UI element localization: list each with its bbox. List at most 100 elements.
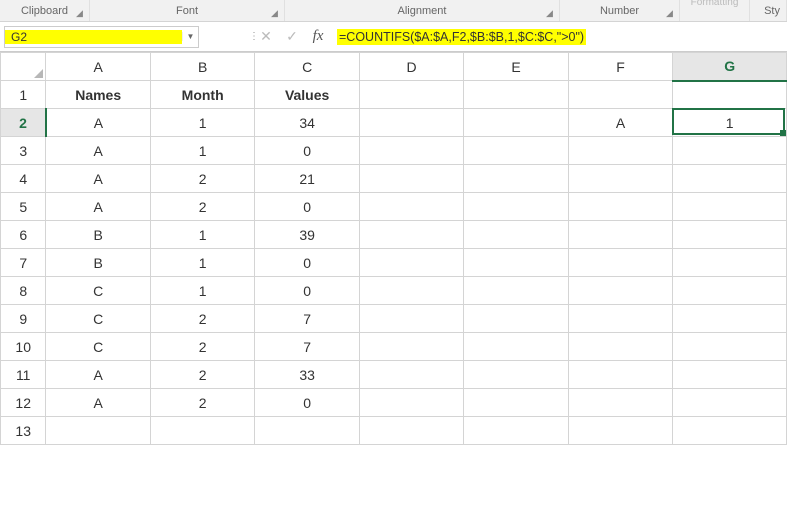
cell-B10[interactable]: 2 — [150, 333, 254, 361]
row-header-13[interactable]: 13 — [1, 417, 46, 445]
cell-A8[interactable]: C — [46, 277, 150, 305]
cell-A2[interactable]: A — [46, 109, 150, 137]
enter-formula-button[interactable]: ✓ — [279, 26, 305, 48]
cell-B3[interactable]: 1 — [150, 137, 254, 165]
cell-C9[interactable]: 7 — [255, 305, 359, 333]
cell-G3[interactable] — [673, 137, 787, 165]
cell-B6[interactable]: 1 — [150, 221, 254, 249]
dialog-launcher-icon[interactable]: ◢ — [271, 8, 281, 18]
cell-F7[interactable] — [568, 249, 672, 277]
row-header-5[interactable]: 5 — [1, 193, 46, 221]
cell-C3[interactable]: 0 — [255, 137, 359, 165]
cell-A3[interactable]: A — [46, 137, 150, 165]
cell-G8[interactable] — [673, 277, 787, 305]
cell-F10[interactable] — [568, 333, 672, 361]
cell-D8[interactable] — [359, 277, 463, 305]
cell-E8[interactable] — [464, 277, 568, 305]
insert-function-button[interactable]: fx — [305, 26, 331, 48]
cell-F13[interactable] — [568, 417, 672, 445]
dialog-launcher-icon[interactable]: ◢ — [546, 8, 556, 18]
cell-G5[interactable] — [673, 193, 787, 221]
cell-B12[interactable]: 2 — [150, 389, 254, 417]
cell-F6[interactable] — [568, 221, 672, 249]
col-header-B[interactable]: B — [150, 53, 254, 81]
row-header-11[interactable]: 11 — [1, 361, 46, 389]
cell-B9[interactable]: 2 — [150, 305, 254, 333]
cell-A13[interactable] — [46, 417, 150, 445]
spreadsheet-grid[interactable]: A B C D E F G 1 Names Month Values 2 A 1… — [0, 52, 787, 445]
row-header-10[interactable]: 10 — [1, 333, 46, 361]
cell-C13[interactable] — [255, 417, 359, 445]
cell-B8[interactable]: 1 — [150, 277, 254, 305]
row-header-7[interactable]: 7 — [1, 249, 46, 277]
cell-A4[interactable]: A — [46, 165, 150, 193]
cell-G13[interactable] — [673, 417, 787, 445]
cell-E13[interactable] — [464, 417, 568, 445]
cell-B11[interactable]: 2 — [150, 361, 254, 389]
cell-D4[interactable] — [359, 165, 463, 193]
cell-D9[interactable] — [359, 305, 463, 333]
row-header-4[interactable]: 4 — [1, 165, 46, 193]
cell-E4[interactable] — [464, 165, 568, 193]
col-header-F[interactable]: F — [568, 53, 672, 81]
cell-G9[interactable] — [673, 305, 787, 333]
cell-F3[interactable] — [568, 137, 672, 165]
cell-G7[interactable] — [673, 249, 787, 277]
cell-A9[interactable]: C — [46, 305, 150, 333]
cell-G4[interactable] — [673, 165, 787, 193]
cell-G2[interactable]: 1 — [673, 109, 787, 137]
dialog-launcher-icon[interactable]: ◢ — [76, 8, 86, 18]
cell-E7[interactable] — [464, 249, 568, 277]
cell-G12[interactable] — [673, 389, 787, 417]
cell-A6[interactable]: B — [46, 221, 150, 249]
cell-B1[interactable]: Month — [150, 81, 254, 109]
cell-B13[interactable] — [150, 417, 254, 445]
cell-C2[interactable]: 34 — [255, 109, 359, 137]
cell-G1[interactable] — [673, 81, 787, 109]
cell-F12[interactable] — [568, 389, 672, 417]
cell-C4[interactable]: 21 — [255, 165, 359, 193]
cell-B2[interactable]: 1 — [150, 109, 254, 137]
cell-E10[interactable] — [464, 333, 568, 361]
cell-D13[interactable] — [359, 417, 463, 445]
cell-D3[interactable] — [359, 137, 463, 165]
cell-D2[interactable] — [359, 109, 463, 137]
row-header-6[interactable]: 6 — [1, 221, 46, 249]
cell-D12[interactable] — [359, 389, 463, 417]
row-header-9[interactable]: 9 — [1, 305, 46, 333]
cell-A12[interactable]: A — [46, 389, 150, 417]
cell-F2[interactable]: A — [568, 109, 672, 137]
cell-B5[interactable]: 2 — [150, 193, 254, 221]
cell-F4[interactable] — [568, 165, 672, 193]
formula-input[interactable]: =COUNTIFS($A:$A,F2,$B:$B,1,$C:$C,">0") — [331, 26, 783, 48]
cell-E12[interactable] — [464, 389, 568, 417]
cell-F11[interactable] — [568, 361, 672, 389]
cell-B7[interactable]: 1 — [150, 249, 254, 277]
cell-B4[interactable]: 2 — [150, 165, 254, 193]
cell-C1[interactable]: Values — [255, 81, 359, 109]
cell-E6[interactable] — [464, 221, 568, 249]
name-box-value[interactable]: G2 — [5, 30, 182, 44]
cell-F5[interactable] — [568, 193, 672, 221]
cell-C10[interactable]: 7 — [255, 333, 359, 361]
cell-D11[interactable] — [359, 361, 463, 389]
cell-E11[interactable] — [464, 361, 568, 389]
cell-A5[interactable]: A — [46, 193, 150, 221]
cell-D7[interactable] — [359, 249, 463, 277]
cell-C7[interactable]: 0 — [255, 249, 359, 277]
name-box[interactable]: G2 ▼ — [4, 26, 199, 48]
cell-F8[interactable] — [568, 277, 672, 305]
cell-E2[interactable] — [464, 109, 568, 137]
cell-C6[interactable]: 39 — [255, 221, 359, 249]
cell-E1[interactable] — [464, 81, 568, 109]
cell-G10[interactable] — [673, 333, 787, 361]
chevron-down-icon[interactable]: ▼ — [182, 32, 198, 41]
cell-E9[interactable] — [464, 305, 568, 333]
cell-C11[interactable]: 33 — [255, 361, 359, 389]
select-all-corner[interactable] — [1, 53, 46, 81]
cell-F1[interactable] — [568, 81, 672, 109]
row-header-3[interactable]: 3 — [1, 137, 46, 165]
cell-A11[interactable]: A — [46, 361, 150, 389]
cell-G11[interactable] — [673, 361, 787, 389]
cell-G6[interactable] — [673, 221, 787, 249]
